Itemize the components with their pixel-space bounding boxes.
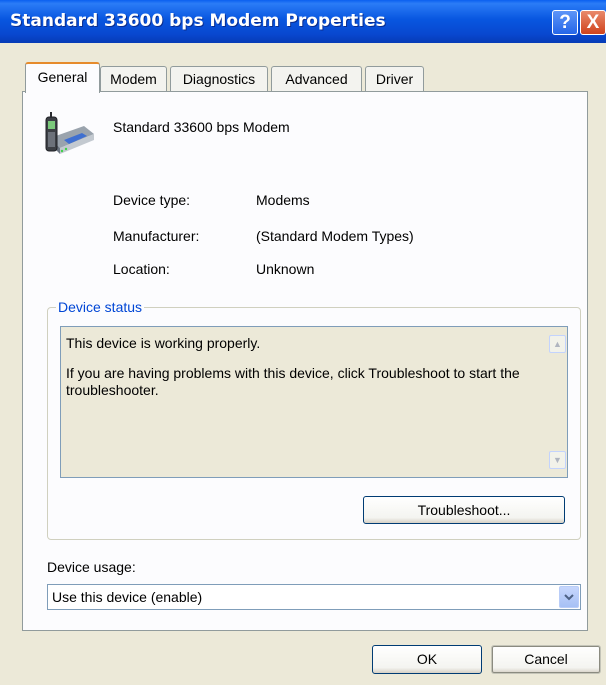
troubleshoot-button[interactable]: Troubleshoot... xyxy=(363,496,565,524)
scroll-up-button[interactable]: ▲ xyxy=(549,335,566,353)
modem-icon xyxy=(45,112,94,154)
chevron-down-icon xyxy=(564,593,574,600)
tab-advanced[interactable]: Advanced xyxy=(271,66,362,92)
tab-general[interactable]: General xyxy=(25,62,100,93)
tab-modem[interactable]: Modem xyxy=(100,66,167,92)
device-name: Standard 33600 bps Modem xyxy=(113,119,290,135)
close-icon: X xyxy=(586,11,600,33)
location-value: Unknown xyxy=(256,261,315,277)
tab-diagnostics[interactable]: Diagnostics xyxy=(170,66,268,92)
close-button[interactable]: X xyxy=(580,10,606,35)
status-line-1: This device is working properly. xyxy=(66,335,261,351)
device-type-label: Device type: xyxy=(113,192,191,208)
device-status-textbox[interactable]: This device is working properly. If you … xyxy=(60,326,568,478)
scroll-down-button[interactable]: ▼ xyxy=(549,451,566,469)
device-usage-label: Device usage: xyxy=(47,559,136,575)
dropdown-arrow-button[interactable] xyxy=(559,586,579,608)
manufacturer-label: Manufacturer: xyxy=(113,228,200,244)
status-line-2: If you are having problems with this dev… xyxy=(66,365,520,398)
device-status-legend: Device status xyxy=(56,299,145,315)
chevron-down-icon: ▼ xyxy=(553,455,562,465)
manufacturer-value: (Standard Modem Types) xyxy=(256,228,414,244)
window-title: Standard 33600 bps Modem Properties xyxy=(10,11,386,31)
help-icon: ? xyxy=(559,11,571,33)
tab-driver[interactable]: Driver xyxy=(365,66,424,92)
location-label: Location: xyxy=(113,261,170,277)
title-bar[interactable]: Standard 33600 bps Modem Properties ? X xyxy=(0,0,606,43)
cancel-button[interactable]: Cancel xyxy=(491,645,601,674)
properties-dialog: Standard 33600 bps Modem Properties ? X … xyxy=(0,0,606,685)
device-usage-select[interactable]: Use this device (enable) xyxy=(47,584,581,610)
chevron-up-icon: ▲ xyxy=(553,339,562,349)
device-status-text: This device is working properly. If you … xyxy=(66,335,536,412)
device-type-value: Modems xyxy=(256,192,310,208)
device-usage-value: Use this device (enable) xyxy=(52,589,203,605)
ok-button[interactable]: OK xyxy=(372,645,482,674)
help-button[interactable]: ? xyxy=(552,10,578,35)
status-scrollbar[interactable]: ▲ ▼ xyxy=(548,327,567,477)
